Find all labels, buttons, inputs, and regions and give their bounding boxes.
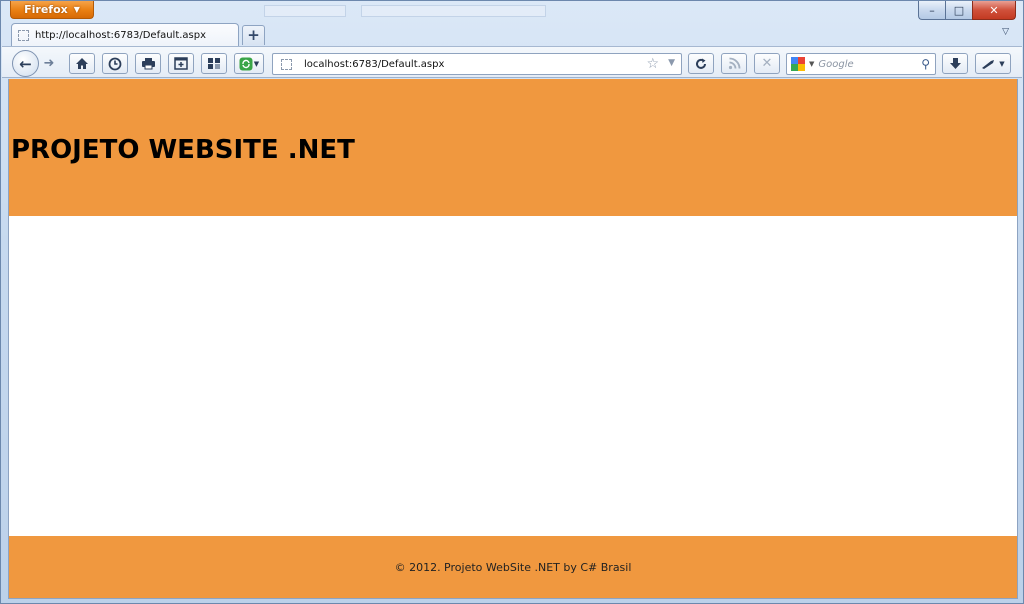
tab-groups-icon [208,58,220,69]
chevron-down-icon: ▼ [999,59,1005,68]
site-header: PROJETO WEBSITE .NET [9,79,1017,216]
background-window-field [264,5,346,17]
site-identity-icon[interactable] [281,58,292,70]
new-window-button[interactable] [168,53,194,74]
page-favicon-icon [18,30,29,41]
background-window-field [361,5,546,17]
minimize-button[interactable]: – [918,1,945,20]
tab-groups-button[interactable] [201,53,227,74]
list-all-tabs-icon[interactable]: ▽ [1002,27,1009,37]
url-text: localhost:6783/Default.aspx [304,58,445,70]
rss-feed-icon [728,57,740,70]
new-tab-button[interactable]: + [242,25,265,45]
stop-icon: ✕ [761,56,773,71]
back-button[interactable]: ← [12,50,39,77]
forward-button[interactable]: ➜ [38,54,60,73]
search-placeholder: Google [818,58,854,70]
search-icon[interactable]: ⚲ [921,57,930,71]
title-bar: Firefox ▼ – □ ✕ [1,1,1023,21]
forward-arrow-icon: ➜ [43,56,55,71]
stop-button[interactable]: ✕ [754,53,780,74]
print-button[interactable] [135,53,161,74]
footer-copyright-text: © 2012. Projeto WebSite .NET by C# Brasi… [394,561,632,574]
site-footer: © 2012. Projeto WebSite .NET by C# Brasi… [9,536,1017,598]
search-box[interactable]: ▼ Google ⚲ [786,53,936,75]
history-button[interactable] [102,53,128,74]
bookmark-star-icon[interactable]: ☆ [646,56,659,72]
tab-default-aspx[interactable]: http://localhost:6783/Default.aspx [11,23,239,47]
home-icon [76,58,88,69]
reload-icon [696,58,706,69]
page-viewport: PROJETO WEBSITE .NET © 2012. Projeto Web… [8,79,1018,599]
sync-button[interactable]: ▼ [234,53,264,74]
back-arrow-icon: ← [19,54,32,73]
google-engine-icon[interactable] [791,57,805,71]
navigation-toolbar: ← ➜ ▼ localhost:6783/Default.aspx ☆ ▼ ✕ … [2,46,1022,78]
firefox-menu-label: Firefox [24,3,68,16]
printer-icon [141,58,155,70]
url-history-dropdown-icon[interactable]: ▼ [668,58,675,68]
download-arrow-icon [949,58,961,69]
clock-icon [108,57,122,70]
rss-button[interactable] [721,53,747,74]
downloads-button[interactable] [942,53,968,74]
chevron-down-icon: ▼ [73,5,80,14]
site-content-area [9,216,1017,536]
addon-button[interactable]: ▼ [975,53,1011,74]
window-controls: – □ ✕ [918,1,1016,20]
firefox-menu-button[interactable]: Firefox ▼ [10,1,94,19]
address-bar[interactable]: localhost:6783/Default.aspx ☆ ▼ [272,53,682,75]
tab-title: http://localhost:6783/Default.aspx [35,30,207,41]
chevron-down-icon[interactable]: ▼ [809,60,814,68]
browser-window: Firefox ▼ – □ ✕ http://localhost:6783/De… [0,0,1024,604]
new-window-icon [174,57,188,70]
sync-icon [239,57,253,70]
maximize-button[interactable]: □ [945,1,972,20]
tab-strip: http://localhost:6783/Default.aspx + ▽ [1,21,1023,47]
home-button[interactable] [69,53,95,74]
eyedropper-icon [982,59,995,69]
close-button[interactable]: ✕ [972,1,1016,20]
site-title: PROJETO WEBSITE .NET [11,135,355,165]
reload-button[interactable] [688,53,714,74]
chevron-down-icon: ▼ [253,59,260,68]
